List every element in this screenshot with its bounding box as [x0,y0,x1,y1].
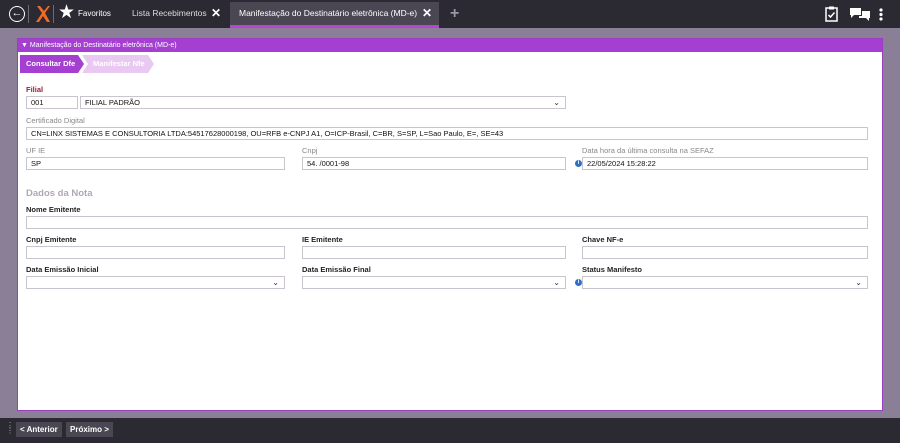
data-emissao-final-label: Data Emissão Final [302,265,371,274]
ie-emitente-input[interactable] [302,246,566,259]
certificado-field[interactable]: CN=LINX SISTEMAS E CONSULTORIA LTDA:5451… [26,127,868,140]
chevron-down-icon: ⌄ [553,278,560,287]
panel-header[interactable]: ▼ Manifestação do Destinatário eletrônic… [18,39,882,52]
info-icon[interactable]: i [575,279,582,286]
chat-icon[interactable] [850,8,870,21]
filial-select[interactable]: FILIAL PADRÃO ⌄ [80,96,566,109]
drag-handle-icon[interactable]: ⋮ ⋮ [6,422,14,435]
tab-label: Manifestação do Destinatário eletrônica … [239,8,418,18]
next-button[interactable]: Próximo > [66,422,113,437]
tab-lista-recebimentos[interactable]: Lista Recebimentos ✕ [126,2,228,28]
chave-nfe-label: Chave NF-e [582,235,624,244]
data-emissao-inicial-select[interactable]: ⌄ [26,276,285,289]
cnpj-field[interactable]: 54. /0001-98 [302,157,566,170]
linx-logo-icon[interactable] [33,4,51,24]
chevron-down-icon: ⌄ [272,278,279,287]
previous-button[interactable]: < Anterior [16,422,62,437]
data-emissao-inicial-label: Data Emissão Inicial [26,265,99,274]
status-manifesto-select[interactable]: ⌄ [582,276,868,289]
chave-nfe-input[interactable] [582,246,868,259]
divider [53,5,54,23]
step-consultar-dfe[interactable]: Consultar Dfe [20,55,84,73]
nome-emitente-label: Nome Emitente [26,205,81,214]
clipboard-check-icon[interactable] [825,6,838,22]
top-bar: ← ★ Favoritos Lista Recebimentos ✕ Manif… [0,0,900,28]
close-icon[interactable]: ✕ [422,2,432,24]
certificado-label: Certificado Digital [26,116,85,125]
bottom-bar: ⋮ ⋮ < Anterior Próximo > [0,418,900,443]
tab-manifestacao[interactable]: Manifestação do Destinatário eletrônica … [230,2,439,28]
tab-label: Lista Recebimentos [132,8,207,18]
more-vertical-icon[interactable] [879,8,883,21]
back-arrow-icon[interactable]: ← [9,6,25,22]
uf-ie-label: UF IE [26,146,46,155]
filial-label: Filial [26,85,44,94]
chevron-down-icon: ⌄ [553,98,560,107]
chevron-down-icon: ⌄ [855,278,862,287]
uf-ie-field[interactable]: SP [26,157,285,170]
cnpj-label: Cnpj [302,146,318,155]
chevron-down-icon: ▼ [21,42,28,49]
info-icon[interactable]: i [575,160,582,167]
data-emissao-final-select[interactable]: ⌄ [302,276,566,289]
main-panel: ▼ Manifestação do Destinatário eletrônic… [17,38,883,411]
cnpj-emitente-input[interactable] [26,246,285,259]
nome-emitente-input[interactable] [26,216,868,229]
close-icon[interactable]: ✕ [211,2,221,24]
favorites-label[interactable]: Favoritos [78,9,111,18]
panel-title: Manifestação do Destinatário eletrônica … [29,42,177,49]
ultima-consulta-field[interactable]: 22/05/2024 15:28:22 [582,157,868,170]
ultima-consulta-label: Data hora da última consulta na SEFAZ [582,146,714,155]
section-title: Dados da Nota [26,188,93,199]
step-manifestar-nfe[interactable]: Manifestar Nfe [82,55,154,73]
ie-emitente-label: IE Emitente [302,235,343,244]
filial-code-field[interactable]: 001 [26,96,78,109]
status-manifesto-label: Status Manifesto [582,265,643,274]
star-icon[interactable]: ★ [58,2,75,24]
cnpj-emitente-label: Cnpj Emitente [26,235,77,244]
filial-name: FILIAL PADRÃO [85,98,141,107]
divider [28,5,29,23]
plus-icon[interactable]: + [450,5,459,23]
